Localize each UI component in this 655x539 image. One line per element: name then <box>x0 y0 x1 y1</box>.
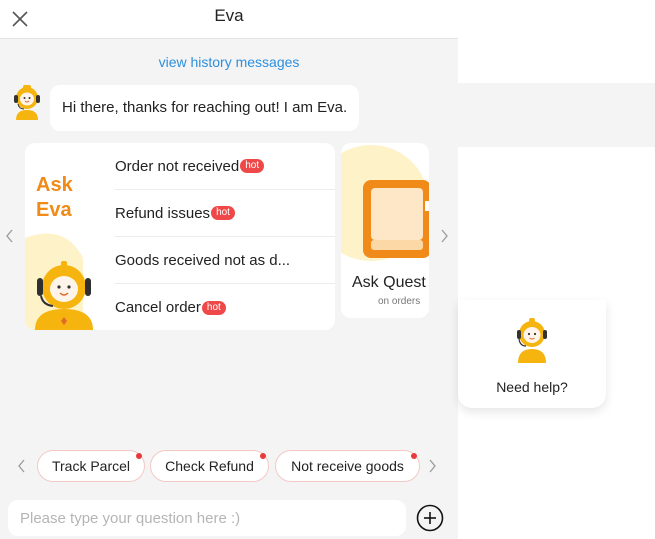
faq-item-label: Goods received not as d... <box>115 251 291 269</box>
chips-next-icon[interactable] <box>425 456 439 476</box>
faq-list: Order not received hot Refund issues hot G… <box>115 143 335 330</box>
hot-badge: hot <box>240 159 265 173</box>
chip-notification-dot <box>260 453 266 459</box>
add-plus-icon[interactable] <box>416 504 444 532</box>
chip-not-receive-goods[interactable]: Not receive goods <box>275 450 420 482</box>
book-icon <box>341 145 429 261</box>
faq-item-order-not-received[interactable]: Order not received hot <box>115 143 335 190</box>
chip-notification-dot <box>411 453 417 459</box>
hot-badge: hot <box>211 206 235 220</box>
chip-notification-dot <box>136 453 142 459</box>
chip-label: Not receive goods <box>291 458 404 474</box>
hot-badge: hot <box>201 300 226 315</box>
chat-panel: Eva view history messages Hi there, than… <box>0 0 458 539</box>
ask-question-card[interactable]: Ask Quest on orders <box>341 143 429 318</box>
bot-avatar-icon <box>14 85 40 120</box>
right-gray-band <box>458 83 655 147</box>
faq-item-refund-issues[interactable]: Refund issues hot <box>115 190 335 237</box>
chips-prev-icon[interactable] <box>15 456 29 476</box>
view-history-link[interactable]: view history messages <box>0 54 458 70</box>
ask-eva-robot-illustration <box>25 233 93 330</box>
carousel-prev-icon[interactable] <box>3 226 17 246</box>
ask-eva-title: Ask Eva <box>36 173 73 223</box>
chat-title: Eva <box>214 6 244 25</box>
chip-check-refund[interactable]: Check Refund <box>150 450 269 482</box>
chip-track-parcel[interactable]: Track Parcel <box>37 450 145 482</box>
greeting-message: Hi there, thanks for reaching out! I am … <box>50 85 360 131</box>
need-help-label: Need help? <box>496 379 568 395</box>
need-help-widget[interactable]: Need help? <box>458 300 606 408</box>
quick-reply-chips: Track Parcel Check Refund Not receive go… <box>0 450 458 482</box>
faq-item-label: Cancel order <box>115 299 201 316</box>
question-input[interactable] <box>8 500 406 536</box>
faq-item-label: Refund issues <box>115 204 211 222</box>
chat-header: Eva <box>0 0 458 39</box>
chip-label: Check Refund <box>165 458 254 474</box>
faq-item-goods-not-as-described[interactable]: Goods received not as d... <box>115 237 335 284</box>
chip-label: Track Parcel <box>51 458 131 474</box>
faq-item-label: Order not received <box>115 157 240 175</box>
ask-eva-title-line2: Eva <box>36 199 72 221</box>
help-robot-icon <box>517 318 547 363</box>
ask-question-subtitle: on orders <box>378 296 421 307</box>
faq-item-cancel-order[interactable]: Cancel order hot <box>115 284 335 330</box>
ask-question-title: Ask Quest <box>352 274 426 291</box>
carousel-next-icon[interactable] <box>437 226 451 246</box>
ask-eva-title-line1: Ask <box>36 174 73 196</box>
ask-eva-card: Ask Eva Order not received hot Refund iss… <box>25 143 335 330</box>
